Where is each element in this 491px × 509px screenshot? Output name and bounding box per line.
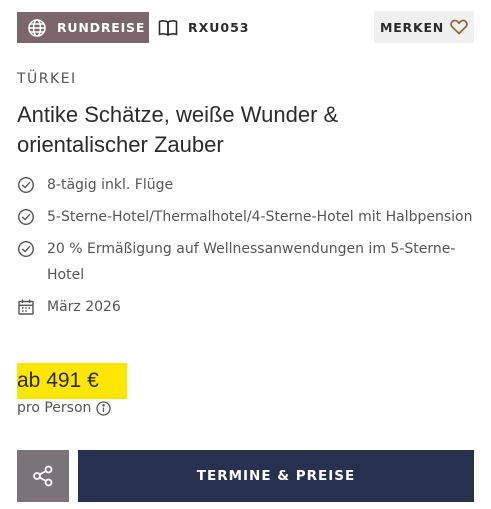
trip-title: Antike Schätze, weiße Wunder & orientali… xyxy=(17,102,339,157)
trip-type-badge: RUNDREISE xyxy=(17,12,149,43)
price: ab 491 € xyxy=(17,363,127,399)
info-icon[interactable] xyxy=(96,400,112,416)
bookmark-label: MERKEN xyxy=(379,19,445,35)
heart-icon xyxy=(450,19,468,35)
check-circle-icon xyxy=(17,208,35,226)
destination-country: TÜRKEI xyxy=(17,71,77,87)
trip-code: RXU053 xyxy=(158,12,250,43)
feature-item: März 2026 xyxy=(17,294,477,320)
feature-item: 8-tägig inkl. Flüge xyxy=(17,172,477,198)
share-button[interactable] xyxy=(17,450,69,502)
trip-type-label: RUNDREISE xyxy=(57,20,146,35)
feature-item: 5-Sterne-Hotel/Thermalhotel/4-Sterne-Hot… xyxy=(17,204,477,230)
price-unit: pro Person xyxy=(17,400,112,416)
feature-text: März 2026 xyxy=(47,299,121,315)
check-circle-icon xyxy=(17,240,35,258)
trip-code-label: RXU053 xyxy=(188,20,250,35)
feature-text: 8-tägig inkl. Flüge xyxy=(47,177,174,193)
book-icon xyxy=(158,19,178,37)
check-circle-icon xyxy=(17,176,35,194)
feature-list: 8-tägig inkl. Flüge 5-Sterne-Hotel/Therm… xyxy=(17,172,477,326)
feature-text: 5-Sterne-Hotel/Thermalhotel/4-Sterne-Hot… xyxy=(47,209,473,225)
feature-item: 20 % Ermäßigung auf Wellnessanwendungen … xyxy=(17,236,477,288)
share-icon xyxy=(32,465,54,487)
bookmark-button[interactable]: MERKEN xyxy=(374,11,474,43)
per-person-label: pro Person xyxy=(17,400,92,416)
feature-text: 20 % Ermäßigung auf Wellnessanwendungen … xyxy=(47,241,456,283)
globe-icon xyxy=(27,18,47,38)
calendar-icon xyxy=(17,298,35,316)
dates-and-prices-button[interactable]: TERMINE & PREISE xyxy=(78,450,474,502)
